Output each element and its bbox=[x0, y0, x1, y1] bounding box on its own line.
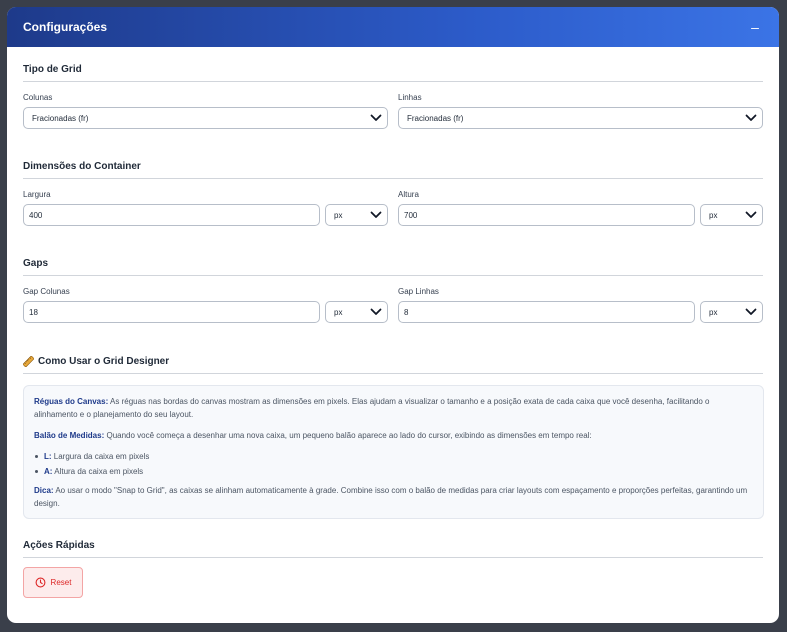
height-field: Altura 700 px bbox=[398, 190, 763, 226]
gap-columns-input[interactable]: 18 bbox=[23, 301, 320, 323]
width-unit-value: px bbox=[334, 210, 343, 220]
gap-columns-field: Gap Colunas 18 px bbox=[23, 287, 388, 323]
help-measure-list: L: Largura da caixa em pixels A: Altura … bbox=[34, 450, 755, 478]
columns-select[interactable]: Fracionadas (fr) bbox=[23, 107, 388, 129]
width-label: Largura bbox=[23, 190, 51, 199]
gap-columns-label: Gap Colunas bbox=[23, 287, 70, 296]
gap-rows-label: Gap Linhas bbox=[398, 287, 439, 296]
width-field: Largura 400 px bbox=[23, 190, 388, 226]
height-label: Altura bbox=[398, 190, 419, 199]
list-item: L: Largura da caixa em pixels bbox=[34, 450, 755, 463]
help-tip-text: Ao usar o modo "Snap to Grid", as caixas… bbox=[34, 486, 748, 508]
chevron-down-icon bbox=[370, 114, 382, 121]
help-tip-title: Dica: bbox=[34, 486, 54, 495]
gap-rows-unit-select[interactable]: px bbox=[700, 301, 763, 323]
gaps-row: Gap Colunas 18 px Gap Linhas 8 px bbox=[23, 287, 763, 323]
rows-field: Linhas Fracionadas (fr) bbox=[398, 93, 763, 129]
columns-select-value: Fracionadas (fr) bbox=[32, 113, 89, 123]
panel-header[interactable]: Configurações – bbox=[7, 7, 779, 47]
section-title-text: Dimensões do Container bbox=[23, 161, 141, 172]
rows-label: Linhas bbox=[398, 93, 422, 102]
section-title-text: Como Usar o Grid Designer bbox=[38, 356, 170, 367]
list-item-key: L: bbox=[44, 452, 52, 461]
container-row: Largura 400 px Altura 700 px bbox=[23, 190, 763, 226]
width-unit-select[interactable]: px bbox=[325, 204, 388, 226]
chevron-down-icon bbox=[370, 308, 382, 315]
reset-button[interactable]: Reset bbox=[23, 567, 83, 598]
section-title-help: Como Usar o Grid Designer bbox=[23, 356, 763, 374]
rows-select[interactable]: Fracionadas (fr) bbox=[398, 107, 763, 129]
help-box: Réguas do Canvas: As réguas nas bordas d… bbox=[23, 385, 764, 519]
grid-type-row: Colunas Fracionadas (fr) Linhas Fraciona… bbox=[23, 93, 763, 129]
height-input[interactable]: 700 bbox=[398, 204, 695, 226]
rows-select-value: Fracionadas (fr) bbox=[407, 113, 464, 123]
section-title-grid-type: Tipo de Grid bbox=[23, 64, 763, 82]
ruler-icon bbox=[23, 356, 34, 367]
height-unit-select[interactable]: px bbox=[700, 204, 763, 226]
panel-title: Configurações bbox=[23, 20, 108, 34]
columns-field: Colunas Fracionadas (fr) bbox=[23, 93, 388, 129]
gap-rows-input-group: 8 px bbox=[398, 301, 763, 323]
chevron-down-icon bbox=[745, 114, 757, 121]
chevron-down-icon bbox=[370, 211, 382, 218]
height-unit-value: px bbox=[709, 210, 718, 220]
width-input[interactable]: 400 bbox=[23, 204, 320, 226]
help-rulers: Réguas do Canvas: As réguas nas bordas d… bbox=[34, 395, 755, 421]
help-balloon-text: Quando você começa a desenhar uma nova c… bbox=[104, 431, 592, 440]
chevron-down-icon bbox=[745, 308, 757, 315]
chevron-down-icon bbox=[745, 211, 757, 218]
section-title-text: Ações Rápidas bbox=[23, 540, 95, 551]
section-title-container: Dimensões do Container bbox=[23, 161, 763, 179]
help-tip: Dica: Ao usar o modo "Snap to Grid", as … bbox=[34, 484, 755, 510]
section-title-text: Gaps bbox=[23, 258, 49, 269]
height-input-group: 700 px bbox=[398, 204, 763, 226]
panel-body: Tipo de Grid Colunas Fracionadas (fr) Li… bbox=[7, 64, 779, 598]
gap-rows-input[interactable]: 8 bbox=[398, 301, 695, 323]
help-rulers-text: As réguas nas bordas do canvas mostram a… bbox=[34, 397, 710, 419]
gap-rows-unit-value: px bbox=[709, 307, 718, 317]
list-item: A: Altura da caixa em pixels bbox=[34, 465, 755, 478]
help-rulers-title: Réguas do Canvas: bbox=[34, 397, 109, 406]
width-input-group: 400 px bbox=[23, 204, 388, 226]
settings-panel: Configurações – Tipo de Grid Colunas Fra… bbox=[7, 7, 779, 623]
section-title-actions: Ações Rápidas bbox=[23, 540, 763, 558]
reset-button-label: Reset bbox=[50, 578, 72, 587]
gap-rows-field: Gap Linhas 8 px bbox=[398, 287, 763, 323]
help-balloon-title: Balão de Medidas: bbox=[34, 431, 105, 440]
list-item-text: Altura da caixa em pixels bbox=[52, 467, 144, 476]
columns-label: Colunas bbox=[23, 93, 53, 102]
gap-columns-input-group: 18 px bbox=[23, 301, 388, 323]
collapse-button[interactable]: – bbox=[747, 19, 763, 35]
list-item-text: Largura da caixa em pixels bbox=[51, 452, 150, 461]
help-balloon: Balão de Medidas: Quando você começa a d… bbox=[34, 429, 755, 442]
section-title-gaps: Gaps bbox=[23, 258, 763, 276]
section-title-text: Tipo de Grid bbox=[23, 64, 82, 75]
gap-columns-unit-value: px bbox=[334, 307, 343, 317]
gap-columns-unit-select[interactable]: px bbox=[325, 301, 388, 323]
clock-icon bbox=[35, 577, 45, 588]
